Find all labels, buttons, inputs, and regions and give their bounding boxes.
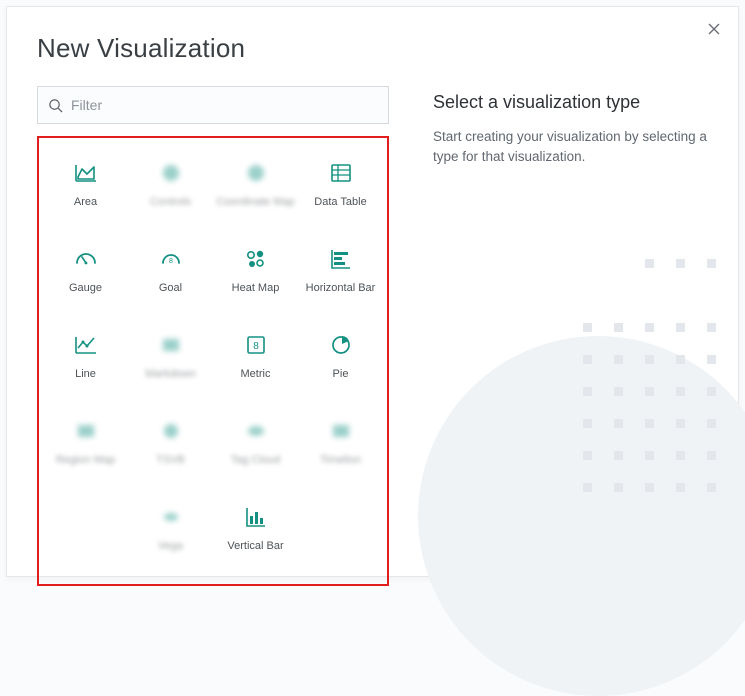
filter-input[interactable]: [71, 97, 378, 113]
horizontal-bar-icon: [326, 244, 356, 274]
vertical-bar-icon: [241, 502, 271, 532]
viz-tile-tag-cloud[interactable]: Tag Cloud: [213, 406, 298, 492]
data-table-icon: [326, 158, 356, 188]
viz-label: Markdown: [145, 368, 196, 380]
viz-label: Vertical Bar: [227, 540, 283, 552]
viz-tile-coordinate-map[interactable]: Coordinate Map: [213, 148, 298, 234]
svg-text:8: 8: [253, 341, 259, 352]
viz-tile-goal[interactable]: 8 Goal: [128, 234, 213, 320]
timelion-icon: [326, 416, 356, 446]
viz-tile-tsvb[interactable]: TSVB: [128, 406, 213, 492]
filter-field[interactable]: [37, 86, 389, 124]
viz-label: Horizontal Bar: [306, 282, 376, 294]
region-map-icon: [71, 416, 101, 446]
visualization-grid-highlight: Area Controls Coordinate Map: [37, 136, 389, 586]
side-heading: Select a visualization type: [433, 92, 708, 113]
viz-label: Line: [75, 368, 96, 380]
viz-label: Coordinate Map: [216, 196, 294, 208]
modal-title: New Visualization: [37, 33, 708, 64]
svg-text:8: 8: [169, 258, 173, 265]
viz-label: Timelion: [320, 454, 361, 466]
viz-label: Heat Map: [232, 282, 280, 294]
goal-icon: 8: [156, 244, 186, 274]
viz-label: Region Map: [56, 454, 115, 466]
controls-icon: [156, 158, 186, 188]
close-icon: [708, 23, 720, 35]
viz-tile-region-map[interactable]: Region Map: [43, 406, 128, 492]
viz-tile-metric[interactable]: 8 Metric: [213, 320, 298, 406]
viz-label: Goal: [159, 282, 182, 294]
markdown-icon: [156, 330, 186, 360]
viz-tile-timelion[interactable]: Timelion: [298, 406, 383, 492]
pie-chart-icon: [326, 330, 356, 360]
viz-label: Data Table: [314, 196, 366, 208]
area-chart-icon: [71, 158, 101, 188]
viz-tile-markdown[interactable]: Markdown: [128, 320, 213, 406]
tag-cloud-icon: [241, 416, 271, 446]
viz-tile-vertical-bar[interactable]: Vertical Bar: [213, 492, 298, 578]
viz-tile-area[interactable]: Area: [43, 148, 128, 234]
viz-label: Vega: [158, 540, 183, 552]
viz-label: Controls: [150, 196, 191, 208]
viz-label: Tag Cloud: [231, 454, 281, 466]
viz-tile-heat-map[interactable]: Heat Map: [213, 234, 298, 320]
coordinate-map-icon: [241, 158, 271, 188]
new-visualization-modal: New Visualization Area: [6, 6, 739, 577]
viz-label: TSVB: [156, 454, 185, 466]
tsvb-icon: [156, 416, 186, 446]
viz-label: Pie: [333, 368, 349, 380]
viz-tile-gauge[interactable]: Gauge: [43, 234, 128, 320]
viz-tile-pie[interactable]: Pie: [298, 320, 383, 406]
visualization-grid: Area Controls Coordinate Map: [43, 148, 383, 578]
viz-tile-vega[interactable]: Vega: [128, 492, 213, 578]
line-chart-icon: [71, 330, 101, 360]
viz-tile-data-table[interactable]: Data Table: [298, 148, 383, 234]
vega-icon: [156, 502, 186, 532]
search-icon: [48, 98, 63, 113]
close-button[interactable]: [704, 19, 724, 39]
viz-tile-controls[interactable]: Controls: [128, 148, 213, 234]
viz-tile-line[interactable]: Line: [43, 320, 128, 406]
viz-label: Area: [74, 196, 97, 208]
gauge-icon: [71, 244, 101, 274]
viz-tile-horizontal-bar[interactable]: Horizontal Bar: [298, 234, 383, 320]
metric-icon: 8: [241, 330, 271, 360]
viz-label: Metric: [241, 368, 271, 380]
side-description: Start creating your visualization by sel…: [433, 127, 708, 168]
viz-label: Gauge: [69, 282, 102, 294]
heat-map-icon: [241, 244, 271, 274]
